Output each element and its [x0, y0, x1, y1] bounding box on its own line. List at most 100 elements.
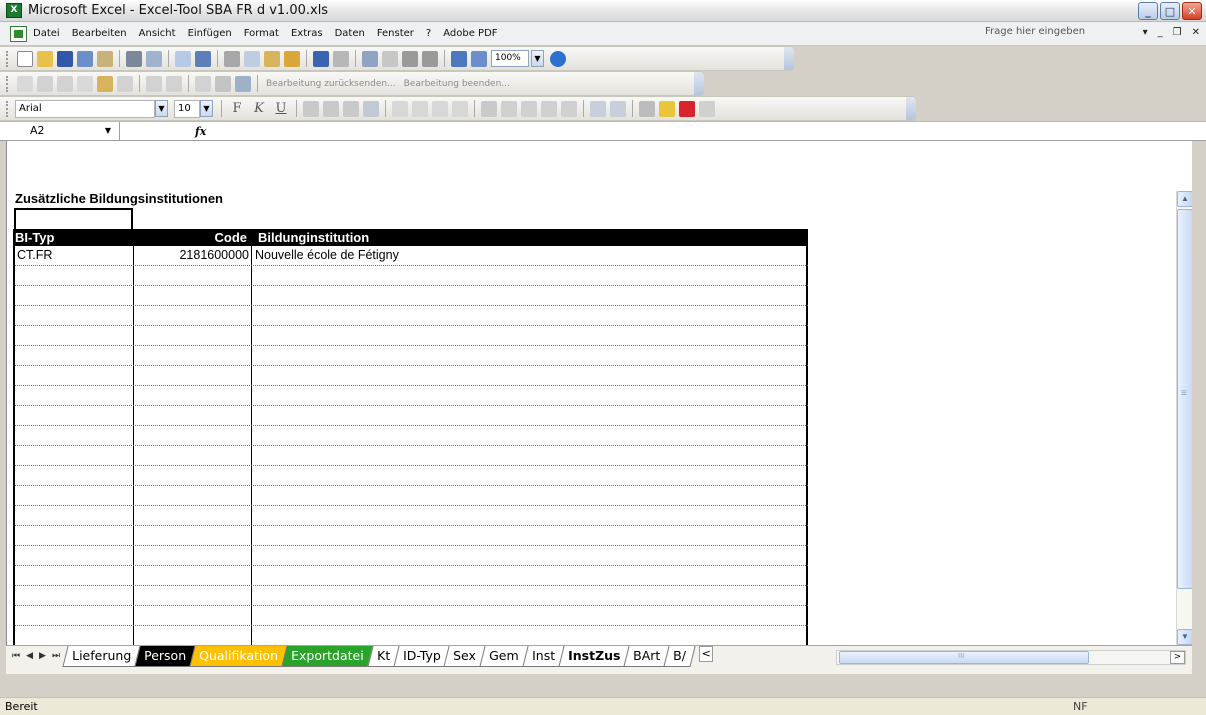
menu-ansicht[interactable]: Ansicht — [139, 28, 176, 39]
sort-descending-icon[interactable] — [422, 50, 438, 67]
maximize-button[interactable]: □ — [1160, 2, 1180, 20]
menu-einfuegen[interactable]: Einfügen — [188, 28, 232, 39]
drawing-icon[interactable] — [471, 50, 487, 67]
name-box-dropdown-icon[interactable]: ▼ — [105, 122, 111, 140]
align-top-icon[interactable] — [392, 100, 408, 117]
percent-icon[interactable] — [501, 100, 517, 117]
scroll-up-icon[interactable]: ▲ — [1177, 191, 1192, 207]
tab-person[interactable]: Person — [134, 646, 196, 667]
header-code[interactable]: Code — [131, 229, 248, 246]
paste-icon[interactable] — [264, 50, 280, 67]
empty-table-row[interactable] — [15, 466, 808, 486]
empty-table-row[interactable] — [15, 566, 808, 586]
font-size-dropdown-icon[interactable]: ▼ — [200, 100, 213, 117]
empty-table-row[interactable] — [15, 346, 808, 366]
empty-table-row[interactable] — [15, 266, 808, 286]
decrease-decimal-icon[interactable] — [561, 100, 577, 117]
format-painter-icon[interactable] — [284, 50, 300, 67]
tab-instzus[interactable]: InstZus — [558, 646, 630, 667]
fill-color-icon[interactable] — [659, 100, 675, 117]
selected-cell[interactable] — [14, 208, 133, 231]
empty-table-row[interactable] — [15, 626, 808, 645]
align-right-icon[interactable] — [343, 100, 359, 117]
tab-lieferung[interactable]: Lieferung — [62, 646, 141, 667]
toolbar-options-icon[interactable] — [784, 47, 794, 70]
workbook-icon[interactable] — [10, 25, 27, 42]
reviewing-pane-icon[interactable] — [235, 75, 251, 92]
help-dropdown-icon[interactable]: ▾ — [1143, 27, 1148, 38]
font-name-input[interactable]: Arial — [15, 99, 155, 118]
worksheet[interactable]: Zusätzliche Bildungsinstitutionen BI-Typ… — [6, 141, 1192, 645]
toolbar-grip[interactable] — [6, 50, 9, 67]
open-icon[interactable] — [37, 50, 53, 67]
table-row[interactable]: CT.FR 2181600000 Nouvelle école de Fétig… — [15, 246, 808, 266]
bold-button[interactable]: F — [231, 101, 243, 116]
minimize-button[interactable]: _ — [1138, 2, 1158, 20]
copy-icon[interactable] — [244, 50, 260, 67]
align-bottom-icon[interactable] — [432, 100, 448, 117]
hyperlink-icon[interactable] — [362, 50, 378, 67]
print-icon[interactable] — [126, 50, 142, 67]
empty-table-row[interactable] — [15, 286, 808, 306]
currency-icon[interactable] — [481, 100, 497, 117]
empty-table-row[interactable] — [15, 506, 808, 526]
italic-button[interactable]: K — [253, 101, 265, 116]
tab-exportdatei[interactable]: Exportdatei — [281, 646, 374, 667]
toolbar-grip[interactable] — [6, 100, 9, 117]
doc-close-button[interactable]: ✕ — [1192, 27, 1200, 38]
close-button[interactable]: ✕ — [1182, 2, 1202, 20]
next-sheet-icon[interactable]: ▶ — [39, 651, 46, 661]
zoom-input[interactable]: 100% — [491, 50, 529, 67]
empty-table-row[interactable] — [15, 486, 808, 506]
cell-bildunginstitution[interactable]: Nouvelle école de Fétigny — [255, 246, 399, 265]
header-bi-typ[interactable]: BI-Typ — [15, 229, 135, 246]
align-middle-icon[interactable] — [412, 100, 428, 117]
menu-help[interactable]: ? — [426, 28, 431, 39]
empty-table-row[interactable] — [15, 546, 808, 566]
save-icon[interactable] — [57, 50, 73, 67]
spelling-icon[interactable] — [175, 50, 191, 67]
scroll-right-icon[interactable]: > — [1170, 651, 1185, 664]
tab-b[interactable]: B/ — [663, 646, 696, 667]
menu-daten[interactable]: Daten — [335, 28, 365, 39]
undo-icon[interactable] — [313, 50, 329, 67]
toolbar-options-icon[interactable] — [906, 97, 916, 120]
permission-icon[interactable] — [77, 50, 93, 67]
last-sheet-icon[interactable]: ⏭ — [52, 651, 60, 661]
align-left-icon[interactable] — [303, 100, 319, 117]
toolbar-grip[interactable] — [6, 75, 9, 92]
vertical-scrollbar[interactable]: ▲ ▼ — [1176, 191, 1192, 645]
underline-button[interactable]: U — [275, 101, 287, 116]
first-sheet-icon[interactable]: ⏮ — [12, 651, 20, 661]
menu-datei[interactable]: Datei — [33, 28, 60, 39]
excel-app-icon[interactable]: X — [6, 3, 22, 18]
tab-gem[interactable]: Gem — [479, 646, 529, 667]
tab-id-typ[interactable]: ID-Typ — [393, 646, 451, 667]
help-search-input[interactable]: Frage hier eingeben — [985, 26, 1085, 37]
align-center-icon[interactable] — [323, 100, 339, 117]
empty-table-row[interactable] — [15, 366, 808, 386]
doc-minimize-button[interactable]: _ — [1158, 27, 1163, 38]
vertical-scroll-thumb[interactable] — [1177, 209, 1192, 589]
menu-bearbeiten[interactable]: Bearbeiten — [72, 28, 127, 39]
toolbar-options-icon[interactable] — [694, 72, 704, 95]
tab-scroll-left-icon[interactable]: < — [699, 646, 714, 662]
thousands-separator-icon[interactable] — [521, 100, 537, 117]
insert-function-icon[interactable]: fx — [195, 125, 206, 138]
cell-code[interactable]: 2181600000 — [133, 246, 249, 265]
decrease-indent-icon[interactable] — [590, 100, 606, 117]
prev-sheet-icon[interactable]: ◀ — [26, 651, 33, 661]
help-icon[interactable] — [550, 50, 566, 67]
sort-ascending-icon[interactable] — [402, 50, 418, 67]
empty-table-row[interactable] — [15, 446, 808, 466]
empty-table-row[interactable] — [15, 606, 808, 626]
empty-table-row[interactable] — [15, 426, 808, 446]
increase-decimal-icon[interactable] — [541, 100, 557, 117]
empty-table-row[interactable] — [15, 386, 808, 406]
increase-indent-icon[interactable] — [610, 100, 626, 117]
show-all-comments-icon[interactable] — [97, 75, 113, 92]
header-bildunginstitution[interactable]: Bildunginstitution — [258, 229, 798, 246]
doc-restore-button[interactable]: ❐ — [1173, 27, 1182, 38]
menu-fenster[interactable]: Fenster — [377, 28, 414, 39]
phonetic-icon[interactable] — [699, 100, 715, 117]
